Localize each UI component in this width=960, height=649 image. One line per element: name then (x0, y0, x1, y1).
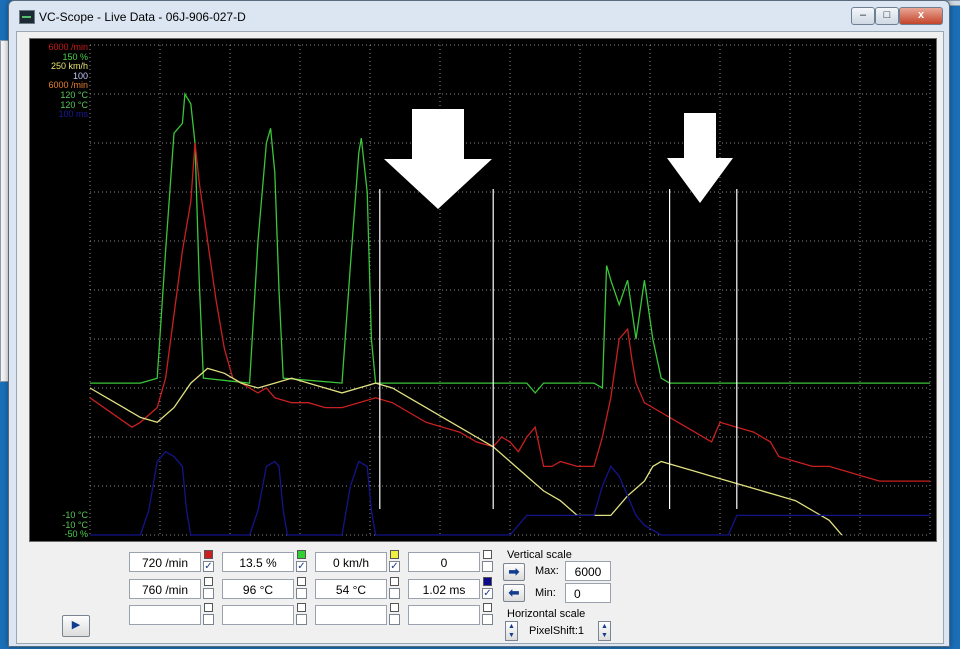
play-button[interactable]: ▶ (62, 615, 90, 637)
channel-value-field: 0 km/h (315, 552, 387, 572)
channel-color-swatch[interactable] (483, 603, 492, 612)
channel-value-field: 0 (408, 552, 480, 572)
spin-arrows-icon: ▲ ▼ (508, 623, 515, 639)
channel-visible-checkbox[interactable]: ✓ (482, 588, 493, 599)
maximize-button[interactable]: □ (875, 7, 899, 25)
channel-color-swatch[interactable] (390, 577, 399, 586)
scope-plot (89, 44, 931, 536)
client-area: 6000 /min 150 % 250 km/h 100 6000 /min 120 °C… (16, 31, 944, 644)
channel-visible-checkbox[interactable]: ✓ (296, 561, 307, 572)
channel-color-swatch[interactable] (483, 550, 492, 559)
scope-app-icon (19, 10, 35, 24)
close-button[interactable]: x (899, 7, 943, 25)
channel-value-field (315, 605, 387, 625)
channel-visible-checkbox[interactable] (203, 614, 214, 625)
channel-color-swatch[interactable] (204, 577, 213, 586)
down-arrow-icon (667, 113, 733, 203)
channel-value-field: 96 °C (222, 579, 294, 599)
channel-color-swatch[interactable] (297, 603, 306, 612)
max-label: Max: (535, 565, 559, 577)
channel-color-swatch[interactable] (204, 550, 213, 559)
channel-visible-checkbox[interactable] (296, 588, 307, 599)
min-label: Min: (535, 587, 556, 599)
vertical-scale-label: Vertical scale (507, 549, 572, 561)
channel-value-field (222, 605, 294, 625)
channel-visible-checkbox[interactable] (482, 614, 493, 625)
channel-color-swatch[interactable] (390, 603, 399, 612)
scale-decrease-button[interactable]: ⬅ (503, 584, 525, 602)
max-value-field[interactable]: 6000 (565, 561, 611, 581)
series-line-3 (89, 367, 843, 536)
channel-visible-checkbox[interactable] (389, 614, 400, 625)
vc-scope-window: VC-Scope - Live Data - 06J-906-027-D – □… (8, 0, 950, 647)
channel-color-swatch[interactable] (390, 550, 399, 559)
channel-visible-checkbox[interactable]: ✓ (203, 561, 214, 572)
channel-visible-checkbox[interactable] (389, 588, 400, 599)
channel-value-field (129, 605, 201, 625)
channel-visible-checkbox[interactable] (296, 614, 307, 625)
scale-label-bottom: -50 % (64, 529, 88, 540)
channel-visible-checkbox[interactable]: ✓ (389, 561, 400, 572)
channel-value-field: 1.02 ms (408, 579, 480, 599)
scale-label-top: 100 ms (58, 109, 88, 120)
channel-visible-checkbox[interactable] (203, 588, 214, 599)
arrow-right-icon: ➡ (508, 564, 520, 579)
channel-value-field: 54 °C (315, 579, 387, 599)
min-value-field[interactable]: 0 (565, 583, 611, 603)
title-bar[interactable]: VC-Scope - Live Data - 06J-906-027-D – □… (9, 1, 949, 31)
horizontal-scale-right-spin[interactable]: ▲ ▼ (598, 621, 611, 641)
channel-value-field (408, 605, 480, 625)
channel-value-field: 13.5 % (222, 552, 294, 572)
scale-increase-button[interactable]: ➡ (503, 563, 525, 581)
window-title: VC-Scope - Live Data - 06J-906-027-D (39, 10, 246, 24)
channel-color-swatch[interactable] (204, 603, 213, 612)
horizontal-scale-left-spin[interactable]: ▲ ▼ (505, 621, 518, 641)
channel-color-swatch[interactable] (297, 577, 306, 586)
down-arrow-icon (384, 109, 492, 209)
channel-value-field: 760 /min (129, 579, 201, 599)
play-icon: ▶ (71, 619, 81, 631)
channel-value-field: 720 /min (129, 552, 201, 572)
channel-visible-checkbox[interactable] (482, 561, 493, 572)
channel-color-swatch[interactable] (297, 550, 306, 559)
arrow-left-icon: ⬅ (508, 585, 520, 600)
minimize-button[interactable]: – (851, 7, 875, 25)
horizontal-scale-label: Horizontal scale (507, 608, 586, 620)
channel-color-swatch[interactable] (483, 577, 492, 586)
series-line-1 (90, 91, 930, 394)
scope-display: 6000 /min 150 % 250 km/h 100 6000 /min 120 °C… (29, 38, 937, 542)
spin-arrows-icon: ▲ ▼ (601, 623, 608, 639)
pixelshift-value: PixelShift:1 (529, 625, 585, 637)
